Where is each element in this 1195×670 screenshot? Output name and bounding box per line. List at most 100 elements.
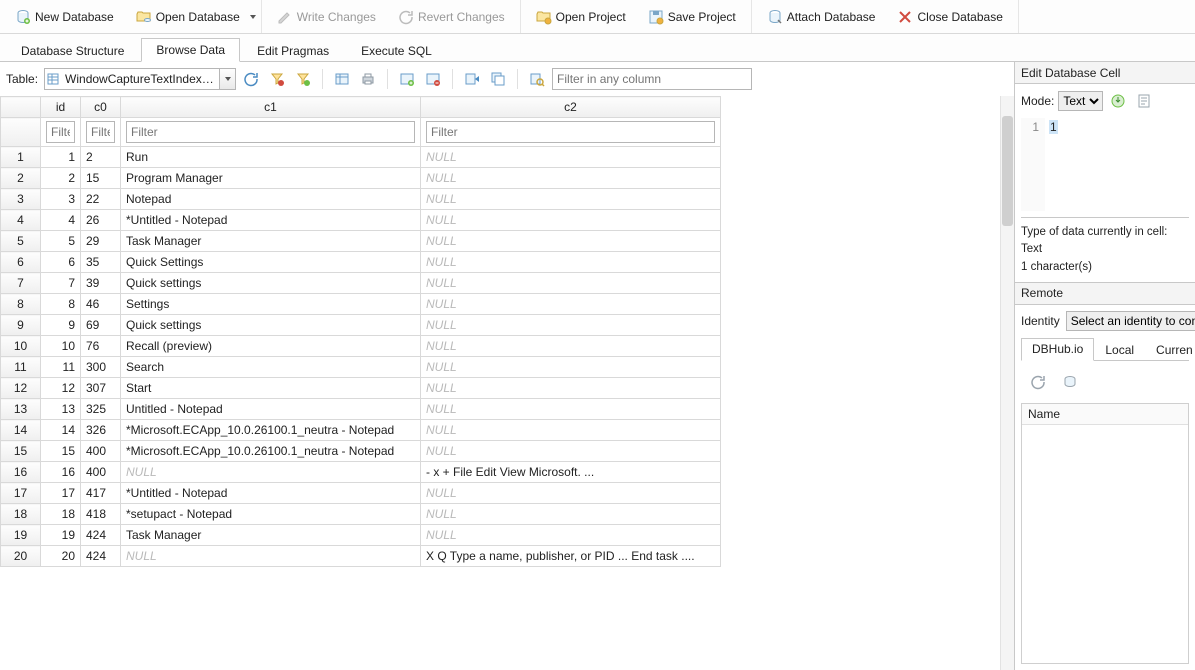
cell-id[interactable]: 9	[41, 315, 81, 336]
cell-c1[interactable]: Task Manager	[121, 525, 421, 546]
identity-select[interactable]: Select an identity to con	[1066, 311, 1195, 331]
cell-c0[interactable]: 22	[81, 189, 121, 210]
remote-tab-local[interactable]: Local	[1094, 338, 1145, 361]
filter-input-c2[interactable]	[426, 121, 715, 143]
table-row[interactable]: 2020424NULLX Q Type a name, publisher, o…	[1, 546, 721, 567]
filter-input-c0[interactable]	[86, 121, 115, 143]
table-row[interactable]: 1515400*Microsoft.ECApp_10.0.26100.1_neu…	[1, 441, 721, 462]
cell-c1[interactable]: Search	[121, 357, 421, 378]
import-cell-button[interactable]	[1133, 90, 1155, 112]
table-row[interactable]: 6635Quick SettingsNULL	[1, 252, 721, 273]
cell-c0[interactable]: 418	[81, 504, 121, 525]
table-row[interactable]: 1212307StartNULL	[1, 378, 721, 399]
row-header[interactable]: 18	[1, 504, 41, 525]
cell-c2[interactable]: NULL	[421, 378, 721, 399]
table-row[interactable]: 101076Recall (preview)NULL	[1, 336, 721, 357]
insert-record-button[interactable]	[396, 68, 418, 90]
cell-c2[interactable]: NULL	[421, 168, 721, 189]
table-row[interactable]: 9969Quick settingsNULL	[1, 315, 721, 336]
row-header[interactable]: 9	[1, 315, 41, 336]
cell-id[interactable]: 6	[41, 252, 81, 273]
cell-c1[interactable]: *Microsoft.ECApp_10.0.26100.1_neutra - N…	[121, 441, 421, 462]
cell-c1[interactable]: Recall (preview)	[121, 336, 421, 357]
cell-c2[interactable]: X Q Type a name, publisher, or PID ... E…	[421, 546, 721, 567]
cell-c2[interactable]: NULL	[421, 441, 721, 462]
cell-c0[interactable]: 2	[81, 147, 121, 168]
cell-c0[interactable]: 39	[81, 273, 121, 294]
cell-c1[interactable]: Quick Settings	[121, 252, 421, 273]
table-row[interactable]: 1818418*setupact - NotepadNULL	[1, 504, 721, 525]
row-header[interactable]: 3	[1, 189, 41, 210]
cell-c2[interactable]: NULL	[421, 147, 721, 168]
editor-content[interactable]: 1	[1045, 118, 1189, 211]
cell-id[interactable]: 3	[41, 189, 81, 210]
table-row[interactable]: 1414326*Microsoft.ECApp_10.0.26100.1_neu…	[1, 420, 721, 441]
remote-name-list[interactable]: Name	[1021, 403, 1189, 664]
cell-c0[interactable]: 400	[81, 441, 121, 462]
open-project-button[interactable]: Open Project	[527, 4, 635, 30]
table-row[interactable]: 1313325Untitled - NotepadNULL	[1, 399, 721, 420]
tab-edit-pragmas[interactable]: Edit Pragmas	[242, 38, 344, 62]
row-header[interactable]: 16	[1, 462, 41, 483]
cell-c2[interactable]: NULL	[421, 357, 721, 378]
cell-c1[interactable]: *Untitled - Notepad	[121, 210, 421, 231]
clear-filters-button[interactable]	[266, 68, 288, 90]
scrollbar-thumb[interactable]	[1002, 116, 1013, 226]
cell-id[interactable]: 18	[41, 504, 81, 525]
export-cell-button[interactable]	[1107, 90, 1129, 112]
cell-c0[interactable]: 46	[81, 294, 121, 315]
table-row[interactable]: 2215Program ManagerNULL	[1, 168, 721, 189]
cell-c0[interactable]: 69	[81, 315, 121, 336]
table-row[interactable]: 112RunNULL	[1, 147, 721, 168]
remote-tab-dbhub[interactable]: DBHub.io	[1021, 338, 1094, 361]
row-header[interactable]: 10	[1, 336, 41, 357]
cell-c1[interactable]: Task Manager	[121, 231, 421, 252]
cell-id[interactable]: 8	[41, 294, 81, 315]
cell-c1[interactable]: Untitled - Notepad	[121, 399, 421, 420]
cell-c1[interactable]: Start	[121, 378, 421, 399]
tab-database-structure[interactable]: Database Structure	[6, 38, 139, 62]
copy-table-button[interactable]	[487, 68, 509, 90]
cell-id[interactable]: 11	[41, 357, 81, 378]
cell-c1[interactable]: *Untitled - Notepad	[121, 483, 421, 504]
cell-id[interactable]: 17	[41, 483, 81, 504]
save-filter-button[interactable]	[292, 68, 314, 90]
cell-c1[interactable]: Settings	[121, 294, 421, 315]
filter-all-input[interactable]	[552, 68, 752, 90]
filter-input-c1[interactable]	[126, 121, 415, 143]
column-header-id[interactable]: id	[41, 97, 81, 118]
cell-c0[interactable]: 424	[81, 525, 121, 546]
row-header[interactable]: 6	[1, 252, 41, 273]
cell-c1[interactable]: Quick settings	[121, 273, 421, 294]
cell-c2[interactable]: - x + File Edit View Microsoft. ...	[421, 462, 721, 483]
cell-c2[interactable]: NULL	[421, 399, 721, 420]
cell-id[interactable]: 7	[41, 273, 81, 294]
cell-c0[interactable]: 300	[81, 357, 121, 378]
table-row[interactable]: 5529Task ManagerNULL	[1, 231, 721, 252]
row-header[interactable]: 11	[1, 357, 41, 378]
cell-c0[interactable]: 417	[81, 483, 121, 504]
cell-id[interactable]: 20	[41, 546, 81, 567]
table-row[interactable]: 3322NotepadNULL	[1, 189, 721, 210]
cell-c0[interactable]: 307	[81, 378, 121, 399]
table-row[interactable]: 7739Quick settingsNULL	[1, 273, 721, 294]
row-header[interactable]: 15	[1, 441, 41, 462]
cell-c0[interactable]: 15	[81, 168, 121, 189]
goto-record-button[interactable]	[461, 68, 483, 90]
table-row[interactable]: 1717417*Untitled - NotepadNULL	[1, 483, 721, 504]
cell-c2[interactable]: NULL	[421, 210, 721, 231]
open-database-button[interactable]: Open Database	[127, 4, 249, 30]
table-row[interactable]: 1616400NULL- x + File Edit View Microsof…	[1, 462, 721, 483]
row-header[interactable]: 19	[1, 525, 41, 546]
remote-clone-button[interactable]	[1059, 371, 1081, 393]
tab-execute-sql[interactable]: Execute SQL	[346, 38, 447, 62]
cell-editor[interactable]: 1 1	[1021, 118, 1189, 218]
column-header-c1[interactable]: c1	[121, 97, 421, 118]
filter-input-id[interactable]	[46, 121, 75, 143]
table-row[interactable]: 8846SettingsNULL	[1, 294, 721, 315]
cell-c2[interactable]: NULL	[421, 252, 721, 273]
row-header[interactable]: 2	[1, 168, 41, 189]
cell-id[interactable]: 19	[41, 525, 81, 546]
cell-id[interactable]: 15	[41, 441, 81, 462]
cell-c0[interactable]: 35	[81, 252, 121, 273]
